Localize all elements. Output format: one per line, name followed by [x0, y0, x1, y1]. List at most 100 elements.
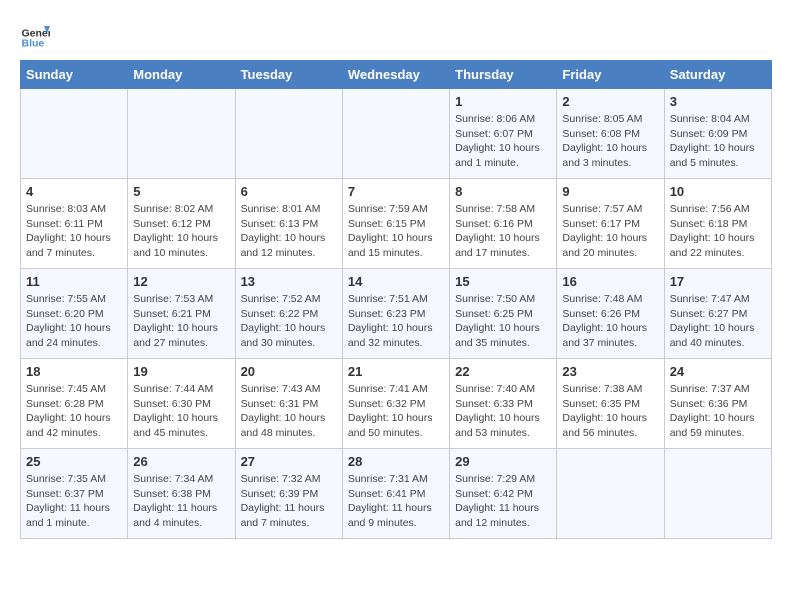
calendar-table: SundayMondayTuesdayWednesdayThursdayFrid… [20, 60, 772, 539]
header-tuesday: Tuesday [235, 61, 342, 89]
calendar-cell: 15 Sunrise: 7:50 AM Sunset: 6:25 PM Dayli… [450, 269, 557, 359]
day-number: 26 [133, 454, 229, 469]
calendar-cell: 28Sunrise: 7:31 AM Sunset: 6:41 PM Dayli… [342, 449, 449, 539]
calendar-cell: 6 Sunrise: 8:01 AM Sunset: 6:13 PM Daylig… [235, 179, 342, 269]
calendar-cell [128, 89, 235, 179]
day-number: 19 [133, 364, 229, 379]
day-number: 15 [455, 274, 551, 289]
calendar-cell: 25 Sunrise: 7:35 AM Sunset: 6:37 PM Dayli… [21, 449, 128, 539]
calendar-cell: 1 Sunrise: 8:06 AM Sunset: 6:07 PM Daylig… [450, 89, 557, 179]
day-number: 1 [455, 94, 551, 109]
day-number: 8 [455, 184, 551, 199]
day-number: 13 [241, 274, 337, 289]
day-number: 7 [348, 184, 444, 199]
day-number: 16 [562, 274, 658, 289]
day-number: 2 [562, 94, 658, 109]
day-info: Sunrise: 7:48 AM Sunset: 6:26 PM Dayligh… [562, 292, 658, 351]
day-info: Sunrise: 7:47 AM Sunset: 6:27 PM Dayligh… [670, 292, 766, 351]
day-info: Sunrise: 7:34 AM Sunset: 6:38 PM Dayligh… [133, 472, 229, 531]
calendar-cell: 20 Sunrise: 7:43 AM Sunset: 6:31 PM Dayli… [235, 359, 342, 449]
calendar-cell [557, 449, 664, 539]
calendar-cell: 17 Sunrise: 7:47 AM Sunset: 6:27 PM Dayli… [664, 269, 771, 359]
day-number: 22 [455, 364, 551, 379]
day-number: 11 [26, 274, 122, 289]
day-info: Sunrise: 8:06 AM Sunset: 6:07 PM Dayligh… [455, 112, 551, 171]
day-info: Sunrise: 7:50 AM Sunset: 6:25 PM Dayligh… [455, 292, 551, 351]
week-row-4: 18 Sunrise: 7:45 AM Sunset: 6:28 PM Dayli… [21, 359, 772, 449]
day-info: Sunrise: 7:41 AM Sunset: 6:32 PM Dayligh… [348, 382, 444, 441]
day-number: 10 [670, 184, 766, 199]
day-info: Sunrise: 8:01 AM Sunset: 6:13 PM Dayligh… [241, 202, 337, 261]
header-sunday: Sunday [21, 61, 128, 89]
calendar-cell: 9 Sunrise: 7:57 AM Sunset: 6:17 PM Daylig… [557, 179, 664, 269]
day-number: 6 [241, 184, 337, 199]
day-number: 18 [26, 364, 122, 379]
day-info: Sunrise: 7:55 AM Sunset: 6:20 PM Dayligh… [26, 292, 122, 351]
calendar-cell: 23 Sunrise: 7:38 AM Sunset: 6:35 PM Dayli… [557, 359, 664, 449]
day-number: 20 [241, 364, 337, 379]
day-info: Sunrise: 8:02 AM Sunset: 6:12 PM Dayligh… [133, 202, 229, 261]
calendar-cell [342, 89, 449, 179]
day-info: Sunrise: 7:57 AM Sunset: 6:17 PM Dayligh… [562, 202, 658, 261]
header-friday: Friday [557, 61, 664, 89]
day-number: 25 [26, 454, 122, 469]
day-info: Sunrise: 7:45 AM Sunset: 6:28 PM Dayligh… [26, 382, 122, 441]
calendar-cell: 13 Sunrise: 7:52 AM Sunset: 6:22 PM Dayli… [235, 269, 342, 359]
page-header: General Blue [20, 20, 772, 50]
calendar-cell: 3Sunrise: 8:04 AM Sunset: 6:09 PM Daylig… [664, 89, 771, 179]
day-info: Sunrise: 7:51 AM Sunset: 6:23 PM Dayligh… [348, 292, 444, 351]
header-saturday: Saturday [664, 61, 771, 89]
day-info: Sunrise: 7:53 AM Sunset: 6:21 PM Dayligh… [133, 292, 229, 351]
day-info: Sunrise: 7:35 AM Sunset: 6:37 PM Dayligh… [26, 472, 122, 531]
day-info: Sunrise: 7:52 AM Sunset: 6:22 PM Dayligh… [241, 292, 337, 351]
calendar-cell [664, 449, 771, 539]
day-number: 29 [455, 454, 551, 469]
svg-text:Blue: Blue [22, 37, 45, 49]
day-number: 4 [26, 184, 122, 199]
calendar-cell: 10 Sunrise: 7:56 AM Sunset: 6:18 PM Dayli… [664, 179, 771, 269]
day-info: Sunrise: 7:58 AM Sunset: 6:16 PM Dayligh… [455, 202, 551, 261]
day-number: 28 [348, 454, 444, 469]
day-info: Sunrise: 7:38 AM Sunset: 6:35 PM Dayligh… [562, 382, 658, 441]
calendar-cell: 29 Sunrise: 7:29 AM Sunset: 6:42 PM Dayli… [450, 449, 557, 539]
header-thursday: Thursday [450, 61, 557, 89]
calendar-cell: 12 Sunrise: 7:53 AM Sunset: 6:21 PM Dayli… [128, 269, 235, 359]
day-info: Sunrise: 7:29 AM Sunset: 6:42 PM Dayligh… [455, 472, 551, 531]
calendar-cell: 11 Sunrise: 7:55 AM Sunset: 6:20 PM Dayli… [21, 269, 128, 359]
calendar-header-row: SundayMondayTuesdayWednesdayThursdayFrid… [21, 61, 772, 89]
day-number: 3 [670, 94, 766, 109]
calendar-cell: 18 Sunrise: 7:45 AM Sunset: 6:28 PM Dayli… [21, 359, 128, 449]
calendar-cell [235, 89, 342, 179]
day-info: Sunrise: 8:03 AM Sunset: 6:11 PM Dayligh… [26, 202, 122, 261]
day-number: 24 [670, 364, 766, 379]
day-number: 21 [348, 364, 444, 379]
day-info: Sunrise: 7:56 AM Sunset: 6:18 PM Dayligh… [670, 202, 766, 261]
week-row-1: 1 Sunrise: 8:06 AM Sunset: 6:07 PM Daylig… [21, 89, 772, 179]
day-number: 9 [562, 184, 658, 199]
day-number: 14 [348, 274, 444, 289]
day-info: Sunrise: 7:43 AM Sunset: 6:31 PM Dayligh… [241, 382, 337, 441]
day-number: 23 [562, 364, 658, 379]
logo: General Blue [20, 20, 54, 50]
logo-icon: General Blue [20, 20, 50, 50]
calendar-cell: 5 Sunrise: 8:02 AM Sunset: 6:12 PM Daylig… [128, 179, 235, 269]
day-number: 12 [133, 274, 229, 289]
day-number: 5 [133, 184, 229, 199]
calendar-cell: 8 Sunrise: 7:58 AM Sunset: 6:16 PM Daylig… [450, 179, 557, 269]
calendar-cell: 16 Sunrise: 7:48 AM Sunset: 6:26 PM Dayli… [557, 269, 664, 359]
header-monday: Monday [128, 61, 235, 89]
day-info: Sunrise: 7:59 AM Sunset: 6:15 PM Dayligh… [348, 202, 444, 261]
day-info: Sunrise: 7:40 AM Sunset: 6:33 PM Dayligh… [455, 382, 551, 441]
calendar-cell: 7 Sunrise: 7:59 AM Sunset: 6:15 PM Daylig… [342, 179, 449, 269]
week-row-2: 4 Sunrise: 8:03 AM Sunset: 6:11 PM Daylig… [21, 179, 772, 269]
calendar-cell: 27Sunrise: 7:32 AM Sunset: 6:39 PM Dayli… [235, 449, 342, 539]
day-info: Sunrise: 7:32 AM Sunset: 6:39 PM Dayligh… [241, 472, 337, 531]
day-info: Sunrise: 7:37 AM Sunset: 6:36 PM Dayligh… [670, 382, 766, 441]
calendar-cell: 4 Sunrise: 8:03 AM Sunset: 6:11 PM Daylig… [21, 179, 128, 269]
day-number: 17 [670, 274, 766, 289]
calendar-cell: 14 Sunrise: 7:51 AM Sunset: 6:23 PM Dayli… [342, 269, 449, 359]
header-wednesday: Wednesday [342, 61, 449, 89]
calendar-cell [21, 89, 128, 179]
calendar-cell: 22 Sunrise: 7:40 AM Sunset: 6:33 PM Dayli… [450, 359, 557, 449]
calendar-cell: 19Sunrise: 7:44 AM Sunset: 6:30 PM Dayli… [128, 359, 235, 449]
